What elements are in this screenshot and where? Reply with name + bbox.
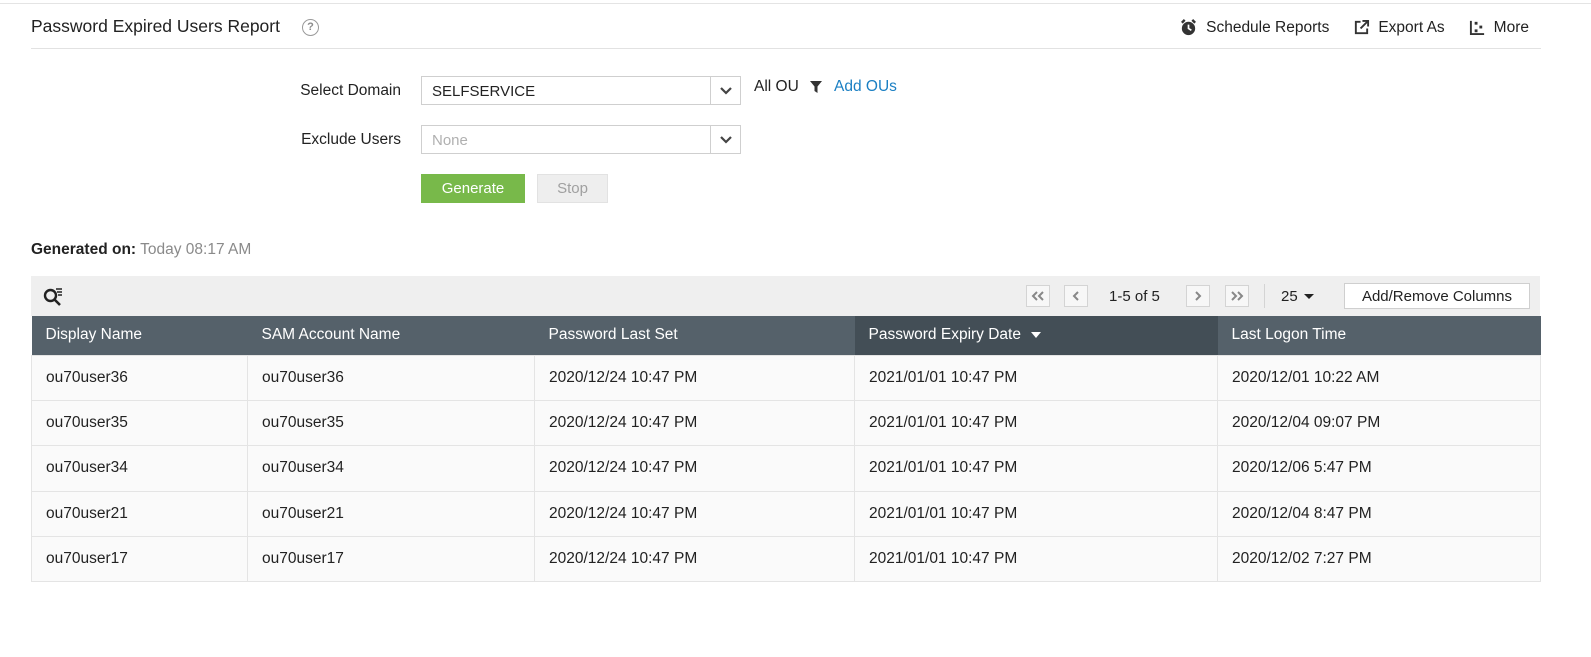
cell-sam-account-name: ou70user21 (247, 490, 535, 538)
page-size-select[interactable]: 25 (1281, 288, 1314, 305)
more-icon (1469, 20, 1484, 36)
generated-on: Generated on: Today 08:17 AM (31, 241, 251, 259)
column-header-sam-account-name[interactable]: SAM Account Name (247, 316, 535, 355)
filter-icon[interactable] (810, 81, 822, 93)
first-page-button[interactable] (1026, 285, 1050, 307)
cell-password-expiry-date: 2021/01/01 10:47 PM (854, 445, 1218, 492)
cell-password-last-set: 2020/12/24 10:47 PM (534, 399, 855, 447)
grid-toolbar: 1-5 of 5 25 Add/Remove Columns (31, 276, 1540, 316)
sort-desc-icon (1030, 332, 1041, 339)
prev-page-button[interactable] (1064, 285, 1088, 307)
cell-display-name: ou70user21 (31, 490, 248, 538)
all-ou-text: All OU (754, 78, 799, 95)
cell-last-logon-time: 2020/12/04 8:47 PM (1217, 490, 1541, 538)
table-row[interactable]: ou70user35 ou70user35 2020/12/24 10:47 P… (31, 399, 1541, 447)
generate-button[interactable]: Generate (421, 174, 525, 203)
schedule-reports-button[interactable]: Schedule Reports (1179, 18, 1329, 37)
more-label: More (1493, 18, 1529, 36)
generated-on-label: Generated on: (31, 241, 137, 258)
generated-on-value: Today 08:17 AM (140, 241, 252, 258)
stop-button[interactable]: Stop (537, 174, 608, 203)
cell-display-name: ou70user35 (31, 399, 248, 447)
page-size-value: 25 (1281, 288, 1298, 305)
table-row[interactable]: ou70user36 ou70user36 2020/12/24 10:47 P… (31, 354, 1541, 401)
add-remove-columns-button[interactable]: Add/Remove Columns (1344, 283, 1530, 309)
add-ous-link[interactable]: Add OUs (834, 78, 897, 96)
cell-password-last-set: 2020/12/24 10:47 PM (534, 536, 855, 583)
cell-sam-account-name: ou70user35 (247, 399, 535, 447)
column-header-last-logon-time[interactable]: Last Logon Time (1217, 316, 1541, 355)
cell-last-logon-time: 2020/12/01 10:22 AM (1217, 354, 1541, 401)
last-page-icon (1231, 291, 1244, 301)
table-row[interactable]: ou70user17 ou70user17 2020/12/24 10:47 P… (31, 536, 1541, 583)
exclude-users-label: Exclude Users (301, 131, 401, 148)
schedule-reports-label: Schedule Reports (1206, 18, 1330, 36)
cell-display-name: ou70user17 (31, 536, 248, 583)
first-page-icon (1031, 291, 1044, 301)
domain-select-value: SELFSERVICE (432, 83, 536, 100)
domain-select[interactable]: SELFSERVICE (421, 76, 741, 105)
pager-divider (1264, 284, 1265, 308)
cell-last-logon-time: 2020/12/02 7:27 PM (1217, 536, 1541, 583)
last-page-button[interactable] (1225, 285, 1249, 307)
next-page-button[interactable] (1186, 285, 1210, 307)
report-table: Display Name SAM Account Name Password L… (31, 316, 1541, 583)
column-header-display-name[interactable]: Display Name (31, 316, 248, 355)
table-row[interactable]: ou70user34 ou70user34 2020/12/24 10:47 P… (31, 445, 1541, 492)
select-domain-label: Select Domain (300, 82, 401, 99)
cell-last-logon-time: 2020/12/04 09:07 PM (1217, 399, 1541, 447)
export-as-button[interactable]: Export As (1353, 18, 1445, 37)
chevron-down-icon[interactable] (710, 77, 740, 104)
cell-password-expiry-date: 2021/01/01 10:47 PM (854, 399, 1218, 447)
more-button[interactable]: More (1469, 19, 1529, 37)
export-as-label: Export As (1378, 18, 1445, 36)
cell-password-last-set: 2020/12/24 10:47 PM (534, 445, 855, 492)
alarm-clock-icon (1181, 19, 1197, 36)
help-icon[interactable]: ? (302, 19, 319, 36)
cell-password-last-set: 2020/12/24 10:47 PM (534, 354, 855, 401)
report-header: Password Expired Users Report ? Schedule… (31, 4, 1541, 49)
cell-password-expiry-date: 2021/01/01 10:47 PM (854, 354, 1218, 401)
cell-last-logon-time: 2020/12/06 5:47 PM (1217, 445, 1541, 492)
cell-display-name: ou70user34 (31, 445, 248, 492)
cell-sam-account-name: ou70user34 (247, 445, 535, 492)
cell-sam-account-name: ou70user17 (247, 536, 535, 583)
table-row[interactable]: ou70user21 ou70user21 2020/12/24 10:47 P… (31, 490, 1541, 538)
column-header-password-expiry-date[interactable]: Password Expiry Date (854, 316, 1218, 355)
cell-password-expiry-date: 2021/01/01 10:47 PM (854, 536, 1218, 583)
cell-password-last-set: 2020/12/24 10:47 PM (534, 490, 855, 538)
next-page-icon (1195, 291, 1202, 301)
caret-down-icon (1303, 294, 1314, 299)
header-actions: Schedule Reports Export As More (1155, 18, 1529, 37)
cell-password-expiry-date: 2021/01/01 10:47 PM (854, 490, 1218, 538)
search-list-icon[interactable] (43, 287, 63, 307)
cell-display-name: ou70user36 (31, 354, 248, 401)
export-icon (1355, 19, 1370, 35)
prev-page-icon (1072, 291, 1079, 301)
column-header-password-last-set[interactable]: Password Last Set (534, 316, 855, 355)
exclude-users-placeholder: None (432, 132, 468, 149)
chevron-down-icon[interactable] (710, 126, 740, 153)
pager-range: 1-5 of 5 (1109, 288, 1160, 305)
table-header-row: Display Name SAM Account Name Password L… (31, 316, 1541, 355)
exclude-users-select[interactable]: None (421, 125, 741, 154)
page-title: Password Expired Users Report (31, 16, 280, 36)
cell-sam-account-name: ou70user36 (247, 354, 535, 401)
